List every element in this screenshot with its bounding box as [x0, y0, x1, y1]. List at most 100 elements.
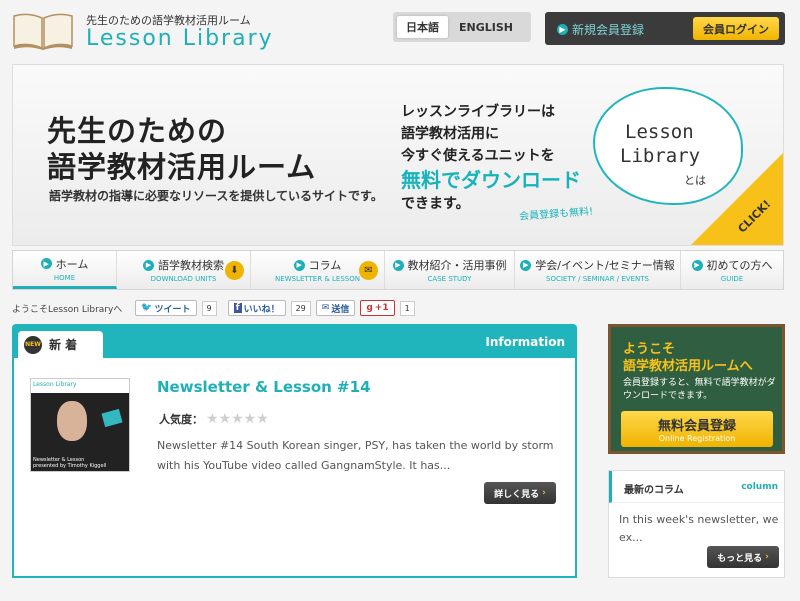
hero-free-download: 無料でダウンロード [401, 168, 581, 192]
nav-case-jp: ▶ 教材紹介・活用事例 [392, 257, 507, 273]
gplus-label: +1 [374, 303, 389, 313]
nav-home-en: HOME [53, 273, 76, 282]
nav-download-jp: ▶ 語学教材検索 [143, 257, 224, 273]
language-switcher: 日本語 ENGLISH [393, 12, 531, 42]
book-logo-icon [13, 13, 73, 50]
hero-banner[interactable]: 先生のための 語学教材活用ルーム 語学教材の指導に必要なリソースを提供しているサ… [12, 64, 784, 246]
arrow-right-icon: ▶ [40, 258, 52, 269]
article-thumbnail[interactable]: Lesson Library Newsletter & Lesson prese… [30, 378, 130, 472]
welcome-heading: ようこそ 語学教材活用ルームへ [623, 341, 753, 375]
thumb-caption-line2: presented by Timothy Kiggell [33, 463, 107, 469]
read-more-label: 詳しく見る [494, 489, 540, 500]
facebook-icon: f [233, 303, 242, 313]
like-count: 29 [290, 300, 311, 316]
nav-events-en: SOCIETY / SEMINAR / EVENTS [546, 275, 649, 283]
main-nav: ▶ ホーム HOME ▶ 語学教材検索 DOWNLOAD UNITS ⬇ ▶ コラム … [12, 250, 784, 290]
nav-column-jp: ▶ コラム [293, 257, 342, 273]
hero-heading: 先生のための 語学教材活用ルーム [47, 113, 316, 185]
column-tag: column [741, 482, 778, 492]
lang-english-button[interactable]: ENGLISH [450, 16, 522, 38]
arrow-right-icon: ▶ [392, 259, 404, 271]
lang-japanese-button[interactable]: 日本語 [397, 16, 448, 38]
nav-case-en: CASE STUDY [427, 275, 472, 283]
free-register-label: 無料会員登録 [657, 419, 736, 434]
nav-guide-label: 初めての方へ [706, 259, 773, 272]
send-button[interactable]: ✉ 送信 [315, 300, 356, 316]
chevron-right-icon: › [542, 488, 546, 498]
site-header: 先生のための語学教材活用ルーム Lesson Library 日本語 ENGLI… [0, 0, 800, 62]
latest-column-panel: 最新のコラム column In this week's newsletter,… [608, 470, 785, 578]
tab-new[interactable]: NEW 新 着 [18, 331, 103, 358]
like-label: いいね！ [243, 304, 280, 315]
new-badge-icon: NEW [24, 335, 42, 354]
nav-column-label: コラム [308, 259, 342, 272]
nav-home-jp: ▶ ホーム [40, 256, 89, 272]
arrow-right-icon: ▶ [691, 259, 703, 271]
column-excerpt[interactable]: In this week's newsletter, we ex... [619, 511, 779, 547]
welcome-text: 会員登録すると、無料で語学教材がダウンロードできます。 [623, 378, 776, 401]
popularity: 人気度： ★★★★★ [159, 411, 269, 427]
latest-column-title: 最新のコラム [624, 485, 684, 496]
nav-home-label: ホーム [55, 257, 89, 271]
gplus-count: 1 [399, 300, 415, 316]
arrow-right-icon: ▶ [143, 259, 154, 271]
gplus-button[interactable]: g +1 [360, 300, 395, 316]
nav-item-events[interactable]: ▶ 学会/イベント/セミナー情報 SOCIETY / SEMINAR / EVEN… [515, 251, 681, 289]
hero-heading-line2: 語学教材活用ルーム [47, 150, 317, 184]
logo-title[interactable]: Lesson Library [86, 26, 274, 51]
arrow-right-icon: ▶ [293, 259, 305, 271]
welcome-heading-line2: 語学教材活用ルームへ [623, 359, 753, 374]
read-more-button[interactable]: 詳しく見る › [484, 482, 556, 504]
see-more-label: もっと見る [717, 553, 763, 564]
send-label: 送信 [331, 304, 350, 315]
twitter-icon: 🐦 [141, 303, 153, 313]
welcome-text: ようこそLesson Libraryへ [12, 304, 123, 315]
nav-events-label: 学会/イベント/セミナー情報 [535, 259, 675, 272]
download-icon: ⬇ [225, 261, 244, 280]
article-title[interactable]: Newsletter & Lesson #14 [157, 378, 371, 396]
free-register-button[interactable]: 無料会員登録 Online Registration [621, 411, 773, 447]
like-button[interactable]: f いいね！ [227, 300, 286, 316]
chevron-right-icon: › [765, 552, 769, 562]
nav-item-column[interactable]: ▶ コラム NEWSLETTER & LESSON ✉ [251, 251, 385, 289]
send-icon: ✉ [321, 303, 330, 313]
gplus-icon: g [366, 303, 373, 313]
article-excerpt: Newsletter #14 South Korean singer, PSY,… [157, 439, 554, 472]
popularity-label: 人気度： [159, 413, 203, 426]
welcome-panel: ようこそ 語学教材活用ルームへ 会員登録すると、無料で語学教材がダウンロードでき… [608, 324, 785, 454]
see-more-button[interactable]: もっと見る › [707, 546, 779, 568]
person-photo [57, 401, 87, 441]
member-box: ▶ 新規会員登録 会員ログイン [545, 12, 785, 45]
register-label: 新規会員登録 [572, 23, 645, 37]
arrow-right-icon: ▶ [557, 24, 568, 35]
hero-subtext: 語学教材の指導に必要なリソースを提供しているサイトです。 [49, 189, 383, 203]
nav-item-home[interactable]: ▶ ホーム HOME [13, 251, 117, 289]
nav-guide-en: GUIDE [720, 275, 744, 283]
welcome-heading-line1: ようこそ [623, 342, 676, 357]
nav-item-guide[interactable]: ▶ 初めての方へ GUIDE [681, 251, 783, 289]
login-button[interactable]: 会員ログイン [693, 17, 779, 40]
nav-column-en: NEWSLETTER & LESSON [275, 275, 360, 283]
tab-new-label: 新 着 [49, 338, 78, 352]
nav-guide-jp: ▶ 初めての方へ [691, 257, 773, 273]
hero-desc-line1: レッスンライブラリーは [401, 104, 555, 120]
thumb-caption: Newsletter & Lesson presented by Timothy… [33, 457, 106, 469]
click-corner[interactable] [691, 153, 783, 245]
news-panel-header: NEW 新 着 Information [14, 326, 575, 358]
nav-item-download[interactable]: ▶ 語学教材検索 DOWNLOAD UNITS ⬇ [117, 251, 251, 289]
nav-case-label: 教材紹介・活用事例 [407, 259, 507, 272]
news-panel: NEW 新 着 Information Lesson Library Newsl… [12, 324, 577, 578]
latest-column-header: 最新のコラム column [609, 471, 784, 503]
register-link[interactable]: ▶ 新規会員登録 [557, 21, 644, 38]
cloud-text-line1: Lesson [625, 121, 694, 143]
thumb-logo: Lesson Library [31, 379, 129, 393]
nav-item-case-study[interactable]: ▶ 教材紹介・活用事例 CASE STUDY [385, 251, 515, 289]
nav-download-en: DOWNLOAD UNITS [150, 275, 217, 283]
star-rating-icon: ★★★★★ [206, 411, 269, 427]
nav-download-label: 語学教材検索 [158, 259, 224, 272]
hero-heading-line1: 先生のための [47, 114, 228, 148]
hero-description: レッスンライブラリーは 語学教材活用に 今すぐ使えるユニットを 無料でダウンロー… [401, 101, 581, 215]
tweet-label: ツイート [154, 304, 191, 315]
tweet-button[interactable]: 🐦 ツイート [135, 300, 197, 316]
hero-desc-line3: 今すぐ使えるユニットを [401, 148, 555, 164]
